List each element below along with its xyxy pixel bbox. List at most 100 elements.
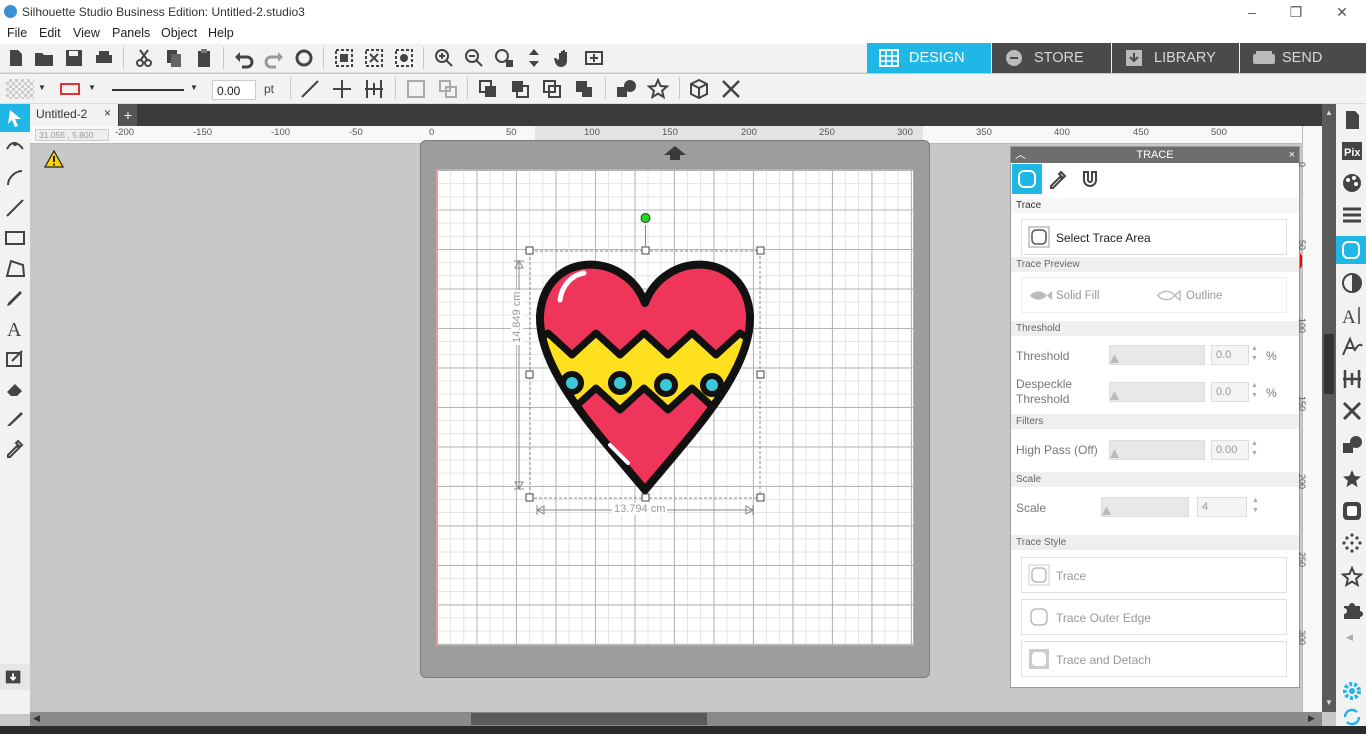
close-window-button[interactable]: ✕ — [1328, 2, 1356, 22]
page-setup-icon[interactable] — [1341, 109, 1363, 131]
settings-gear-icon[interactable] — [1341, 680, 1363, 702]
menu-edit[interactable]: Edit — [39, 26, 61, 40]
scale-input[interactable]: 4 — [1197, 497, 1247, 517]
outline-option[interactable]: Outline — [1186, 290, 1222, 302]
menu-file[interactable]: File — [7, 26, 27, 40]
delete-icon[interactable] — [720, 78, 742, 100]
align-panel-icon[interactable] — [1341, 368, 1363, 390]
favorite-star-icon[interactable] — [1341, 468, 1363, 490]
magnet-icon[interactable] — [1079, 168, 1101, 193]
tab-library[interactable]: LIBRARY — [1112, 43, 1239, 73]
knife-tool-icon[interactable] — [4, 407, 26, 429]
point-edit-icon[interactable] — [4, 137, 26, 159]
line-color-swatch[interactable] — [60, 83, 80, 95]
sketch-tool-icon[interactable] — [4, 347, 26, 369]
trace-tab[interactable] — [1012, 164, 1042, 194]
eyedropper-tool-icon[interactable] — [4, 437, 26, 459]
menu-panels[interactable]: Panels — [112, 26, 150, 40]
rectangle-tool-icon[interactable] — [4, 227, 26, 249]
fill-panel-icon[interactable] — [1341, 172, 1363, 194]
move-icon[interactable] — [331, 78, 353, 100]
group-icon[interactable] — [405, 78, 427, 100]
curve-tool-icon[interactable] — [4, 167, 26, 189]
highpass-input[interactable]: 0.00 — [1211, 440, 1249, 460]
ungroup-icon[interactable] — [437, 78, 459, 100]
threshold-slider[interactable] — [1109, 345, 1205, 365]
eraser-tool-icon[interactable] — [4, 377, 26, 399]
fill-dropdown-icon[interactable]: ▼ — [38, 83, 46, 92]
restore-button[interactable]: ❐ — [1282, 2, 1310, 22]
cut-icon[interactable] — [133, 47, 155, 69]
draw-line-icon[interactable] — [299, 78, 321, 100]
horizontal-scrollbar[interactable]: ◀ ▶ — [30, 712, 1322, 726]
3d-box-icon[interactable] — [688, 78, 710, 100]
trace-panel-close-icon[interactable]: × — [1289, 147, 1295, 163]
star-icon[interactable] — [646, 77, 670, 100]
scroll-right-icon[interactable]: ▶ — [1308, 713, 1315, 724]
document-tab[interactable]: Untitled-2 × — [30, 104, 118, 126]
replicate-icon[interactable] — [615, 78, 637, 100]
pixscan-icon[interactable]: Pix — [1341, 140, 1363, 162]
menu-help[interactable]: Help — [208, 26, 234, 40]
trace-and-detach-button[interactable]: Trace and Detach — [1021, 641, 1287, 677]
star-outline-icon[interactable] — [1340, 565, 1364, 588]
threshold-input[interactable]: 0.0 — [1211, 345, 1249, 365]
despeckle-input[interactable]: 0.0 — [1211, 382, 1249, 402]
scale-stepper[interactable]: ▲ ▼ — [1252, 496, 1259, 516]
transform-icon[interactable] — [1341, 400, 1363, 422]
pan-move-icon[interactable] — [523, 47, 545, 69]
scale-slider[interactable] — [1101, 497, 1189, 517]
zoom-in-icon[interactable] — [433, 47, 455, 69]
select-all-icon[interactable] — [333, 47, 355, 69]
tab-store[interactable]: STORE — [992, 43, 1111, 73]
sync-icon[interactable] — [1341, 706, 1363, 728]
select-tool[interactable] — [0, 104, 30, 132]
fill-swatch[interactable] — [6, 79, 34, 99]
hand-pan-icon[interactable] — [553, 47, 575, 69]
color-trace-eyedropper-icon[interactable] — [1047, 168, 1069, 193]
zoom-selection-icon[interactable] — [493, 47, 515, 69]
fit-to-page-icon[interactable] — [583, 47, 605, 69]
paste-icon[interactable] — [193, 47, 215, 69]
replicate-panel-icon[interactable] — [1341, 434, 1363, 456]
highpass-slider[interactable] — [1109, 440, 1205, 460]
line-style-dropdown-icon[interactable]: ▼ — [190, 83, 198, 92]
document-tab-close-icon[interactable]: × — [104, 106, 111, 120]
tab-design[interactable]: DESIGN — [867, 43, 991, 73]
collapse-panel-icon[interactable]: ︿ — [1015, 147, 1026, 163]
line-style-preview[interactable] — [112, 89, 184, 91]
text-to-path-icon[interactable] — [1341, 336, 1363, 358]
pencil-tool-icon[interactable] — [4, 287, 26, 309]
line-width-input[interactable]: 0.00 — [212, 80, 256, 100]
line-style-panel-icon[interactable] — [1341, 204, 1363, 226]
heart-design[interactable] — [500, 205, 790, 525]
panel-collapse-arrow-icon[interactable]: ◀ — [1346, 632, 1353, 643]
undo-icon[interactable] — [233, 47, 255, 69]
save-icon[interactable] — [63, 47, 85, 69]
menu-object[interactable]: Object — [161, 26, 197, 40]
add-document-tab-button[interactable]: + — [119, 104, 137, 126]
text-tool-icon[interactable]: A — [4, 317, 26, 341]
redo-icon[interactable] — [263, 47, 285, 69]
solid-fill-option[interactable]: Solid Fill — [1056, 290, 1099, 302]
polygon-tool-icon[interactable] — [4, 257, 26, 279]
offset-icon[interactable] — [1341, 500, 1363, 522]
trace-button[interactable]: Trace — [1021, 557, 1287, 593]
open-folder-icon[interactable] — [33, 47, 55, 69]
trace-outer-edge-button[interactable]: Trace Outer Edge — [1021, 599, 1287, 635]
send-back-icon[interactable] — [509, 78, 531, 100]
contrast-icon[interactable] — [1341, 272, 1363, 294]
bring-front-icon[interactable] — [477, 78, 499, 100]
zoom-out-icon[interactable] — [463, 47, 485, 69]
line-tool-icon[interactable] — [4, 197, 26, 219]
deselect-icon[interactable] — [363, 47, 385, 69]
tab-send[interactable]: SEND — [1240, 43, 1366, 73]
text-style-icon[interactable]: A — [1341, 304, 1363, 328]
print-icon[interactable] — [93, 47, 115, 69]
threshold-stepper[interactable]: ▲ ▼ — [1251, 344, 1258, 364]
despeckle-slider[interactable] — [1109, 382, 1205, 402]
select-by-color-icon[interactable] — [393, 47, 415, 69]
warning-icon[interactable] — [43, 149, 65, 171]
library-toggle-button[interactable] — [0, 664, 30, 690]
puzzle-icon[interactable] — [1341, 599, 1363, 621]
